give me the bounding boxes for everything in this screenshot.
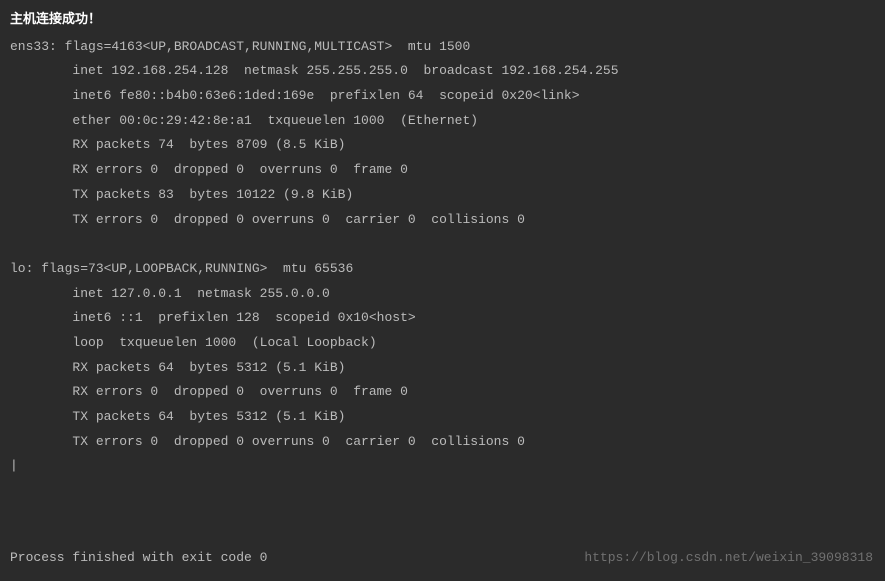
ifconfig-ens33-inet: inet 192.168.254.128 netmask 255.255.255… bbox=[10, 59, 875, 84]
ifconfig-ens33-rx-packets: RX packets 74 bytes 8709 (8.5 KiB) bbox=[10, 133, 875, 158]
process-exit-message: Process finished with exit code 0 bbox=[10, 546, 267, 571]
ifconfig-ens33-rx-errors: RX errors 0 dropped 0 overruns 0 frame 0 bbox=[10, 158, 875, 183]
ifconfig-lo-rx-errors: RX errors 0 dropped 0 overruns 0 frame 0 bbox=[10, 380, 875, 405]
ifconfig-ens33-tx-packets: TX packets 83 bytes 10122 (9.8 KiB) bbox=[10, 183, 875, 208]
ifconfig-lo-tx-packets: TX packets 64 bytes 5312 (5.1 KiB) bbox=[10, 405, 875, 430]
ifconfig-lo-rx-packets: RX packets 64 bytes 5312 (5.1 KiB) bbox=[10, 356, 875, 381]
csdn-watermark: https://blog.csdn.net/weixin_39098318 bbox=[584, 546, 873, 571]
ifconfig-lo-loop: loop txqueuelen 1000 (Local Loopback) bbox=[10, 331, 875, 356]
connection-success-message: 主机连接成功！ bbox=[10, 8, 875, 33]
blank-separator bbox=[10, 232, 875, 257]
ifconfig-ens33-ether: ether 00:0c:29:42:8e:a1 txqueuelen 1000 … bbox=[10, 109, 875, 134]
ifconfig-lo-tx-errors: TX errors 0 dropped 0 overruns 0 carrier… bbox=[10, 430, 875, 455]
ifconfig-lo-header: lo: flags=73<UP,LOOPBACK,RUNNING> mtu 65… bbox=[10, 257, 875, 282]
ifconfig-ens33-header: ens33: flags=4163<UP,BROADCAST,RUNNING,M… bbox=[10, 35, 875, 60]
ifconfig-lo-inet6: inet6 ::1 prefixlen 128 scopeid 0x10<hos… bbox=[10, 306, 875, 331]
terminal-cursor: | bbox=[10, 454, 875, 479]
ifconfig-ens33-inet6: inet6 fe80::b4b0:63e6:1ded:169e prefixle… bbox=[10, 84, 875, 109]
ifconfig-lo-inet: inet 127.0.0.1 netmask 255.0.0.0 bbox=[10, 282, 875, 307]
ifconfig-ens33-tx-errors: TX errors 0 dropped 0 overruns 0 carrier… bbox=[10, 208, 875, 233]
